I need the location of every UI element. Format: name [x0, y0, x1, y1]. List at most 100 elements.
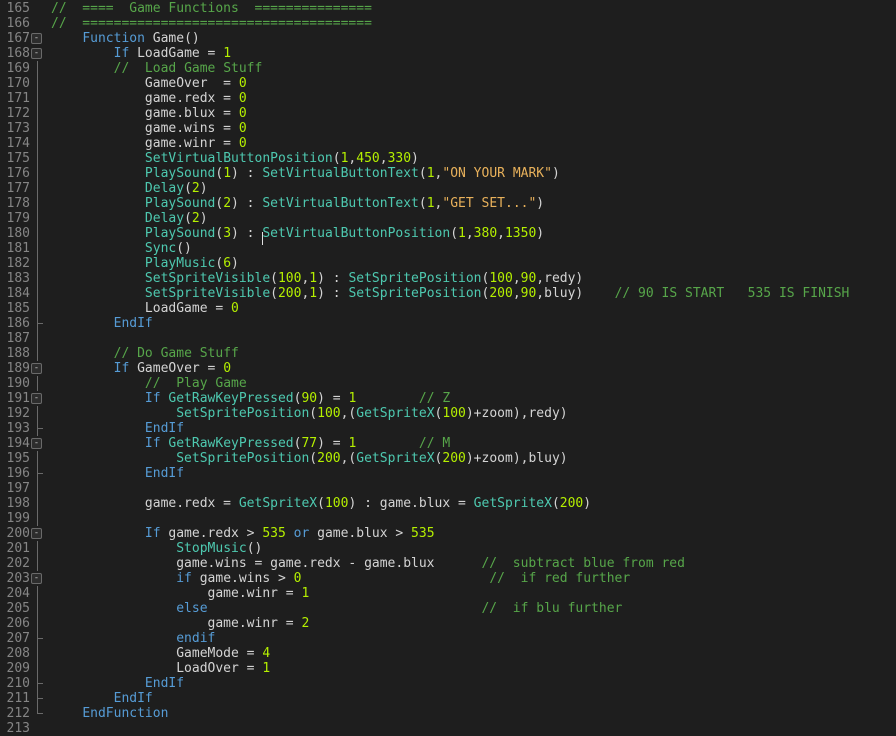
- code-line[interactable]: 178 PlaySound(2) : SetVirtualButtonText(…: [0, 196, 896, 211]
- code-token: EndIf: [113, 316, 153, 331]
- code-token: game.winr =: [51, 616, 302, 631]
- code-token: 100: [442, 406, 466, 421]
- code-line[interactable]: 190 // Play Game: [0, 376, 896, 391]
- code-line[interactable]: 192 SetSpritePosition(100,(GetSpriteX(10…: [0, 406, 896, 421]
- code-line[interactable]: 173 game.wins = 0: [0, 121, 896, 136]
- code-line[interactable]: 193 EndIf: [0, 421, 896, 436]
- code-line[interactable]: 196 EndIf: [0, 466, 896, 481]
- code-line[interactable]: 212 EndFunction: [0, 706, 896, 721]
- code-line[interactable]: 165 // ==== Game Functions ==============…: [0, 1, 896, 16]
- line-number: 209: [6, 661, 30, 676]
- fold-toggle-icon[interactable]: -: [31, 48, 42, 59]
- code-line[interactable]: 209 LoadOver = 1: [0, 661, 896, 676]
- code-line[interactable]: 198 game.redx = GetSpriteX(100) : game.b…: [0, 496, 896, 511]
- code-line[interactable]: 208 GameMode = 4: [0, 646, 896, 661]
- line-number: 212: [6, 706, 30, 721]
- code-token: game.wins >: [191, 571, 294, 586]
- code-text: else // if blu further: [51, 601, 622, 616]
- code-line[interactable]: 213: [0, 721, 896, 736]
- code-token: (: [418, 166, 427, 181]
- code-token: ,: [497, 226, 505, 241]
- code-line[interactable]: 166 // ==================================…: [0, 16, 896, 31]
- code-line[interactable]: 210 EndIf: [0, 676, 896, 691]
- fold-toggle-icon[interactable]: -: [31, 33, 42, 44]
- code-line[interactable]: 200- If game.redx > 535 or game.blux > 5…: [0, 526, 896, 541]
- code-line[interactable]: 168- If LoadGame = 1: [0, 46, 896, 61]
- code-line[interactable]: 205 else // if blu further: [0, 601, 896, 616]
- code-line[interactable]: 169 // Load Game Stuff: [0, 61, 896, 76]
- fold-guide-line: [37, 646, 38, 661]
- line-number: 175: [6, 151, 30, 166]
- code-line[interactable]: 189- If GameOver = 0: [0, 361, 896, 376]
- code-token: SetSpriteVisible: [144, 286, 271, 301]
- code-line[interactable]: 180 PlaySound(3) : |SetVirtualButtonPosi…: [0, 226, 896, 245]
- fold-toggle-icon[interactable]: -: [31, 528, 42, 539]
- code-line[interactable]: 194- If GetRawKeyPressed(77) = 1 // M: [0, 436, 896, 451]
- code-line[interactable]: 191- If GetRawKeyPressed(90) = 1 // Z: [0, 391, 896, 406]
- line-number: 201: [6, 541, 30, 556]
- code-line[interactable]: 167- Function Game(): [0, 31, 896, 46]
- code-line[interactable]: 182 PlayMusic(6): [0, 256, 896, 271]
- code-token: (: [317, 496, 325, 511]
- fold-toggle-icon[interactable]: -: [31, 573, 42, 584]
- fold-guide-line: [37, 601, 38, 616]
- code-line[interactable]: 175 SetVirtualButtonPosition(1,450,330): [0, 151, 896, 166]
- code-line[interactable]: 185 LoadGame = 0: [0, 301, 896, 316]
- code-line[interactable]: 176 PlaySound(1) : SetVirtualButtonText(…: [0, 166, 896, 181]
- code-line[interactable]: 172 game.blux = 0: [0, 106, 896, 121]
- code-token: If: [144, 436, 161, 451]
- fold-toggle-icon[interactable]: -: [31, 363, 42, 374]
- code-line[interactable]: 187: [0, 331, 896, 346]
- code-line[interactable]: 195 SetSpritePosition(200,(GetSpriteX(20…: [0, 451, 896, 466]
- code-line[interactable]: 204 game.winr = 1: [0, 586, 896, 601]
- code-line[interactable]: 197: [0, 481, 896, 496]
- code-token: (: [270, 286, 278, 301]
- code-token: ) :: [317, 271, 349, 286]
- code-line[interactable]: 184 SetSpriteVisible(200, 1) : SetSpriteP…: [0, 286, 896, 301]
- code-line[interactable]: 174 game.winr = 0: [0, 136, 896, 151]
- code-line[interactable]: 170 GameOver = 0: [0, 76, 896, 91]
- code-token: SetVirtualButtonPosition: [262, 226, 451, 241]
- code-token: 0: [238, 91, 247, 106]
- code-token: (): [176, 241, 192, 256]
- fold-toggle-icon[interactable]: -: [31, 393, 42, 404]
- code-line[interactable]: 183 SetSpriteVisible(100, 1) : SetSpriteP…: [0, 271, 896, 286]
- code-line[interactable]: 202 game.wins = game.redx - game.blux //…: [0, 556, 896, 571]
- code-token: If: [113, 361, 130, 376]
- code-token: SetSpritePosition: [348, 271, 482, 286]
- code-line[interactable]: 186 EndIf: [0, 316, 896, 331]
- code-text: EndIf: [51, 466, 184, 481]
- code-token: ): [583, 496, 592, 511]
- code-line[interactable]: 203- if game.wins > 0 // if red further: [0, 571, 896, 586]
- fold-toggle-icon[interactable]: -: [31, 438, 42, 449]
- code-line[interactable]: 181 Sync(): [0, 241, 896, 256]
- code-token: 2: [223, 196, 232, 211]
- line-number: 194: [6, 436, 30, 451]
- code-line[interactable]: 211 EndIf: [0, 691, 896, 706]
- code-text: Sync(): [51, 241, 192, 256]
- code-line[interactable]: 199: [0, 511, 896, 526]
- code-line[interactable]: 171 game.redx = 0: [0, 91, 896, 106]
- code-text: If GetRawKeyPressed(90) = 1 // Z: [51, 391, 450, 406]
- code-line[interactable]: 177 Delay(2): [0, 181, 896, 196]
- code-token: LoadGame =: [51, 301, 232, 316]
- line-number: 178: [6, 196, 30, 211]
- code-token: // 90 IS START 535 IS FINISH: [614, 286, 850, 301]
- line-number: 176: [6, 166, 30, 181]
- code-token: // subtract blue from red: [481, 556, 685, 571]
- code-line[interactable]: 179 Delay(2): [0, 211, 896, 226]
- code-editor[interactable]: 165 // ==== Game Functions ==============…: [0, 0, 896, 736]
- code-line[interactable]: 201 StopMusic(): [0, 541, 896, 556]
- code-text: GameOver = 0: [51, 76, 247, 91]
- fold-guide-line: [37, 541, 38, 556]
- code-line[interactable]: 207 endif: [0, 631, 896, 646]
- code-token: // M: [418, 436, 451, 451]
- code-line[interactable]: 188 // Do Game Stuff: [0, 346, 896, 361]
- code-line[interactable]: 206 game.winr = 2: [0, 616, 896, 631]
